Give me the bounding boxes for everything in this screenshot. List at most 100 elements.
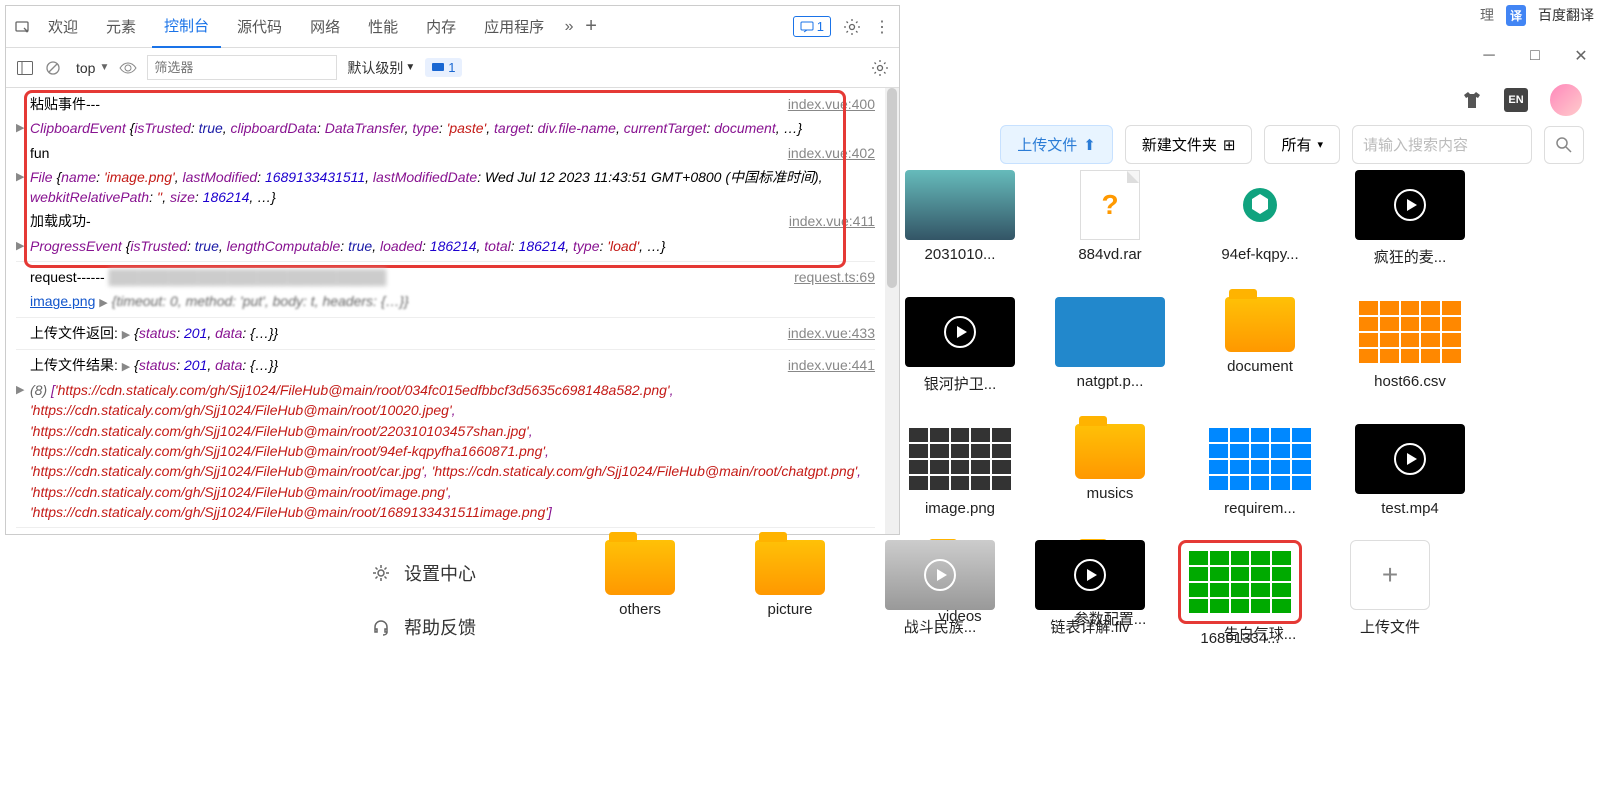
shirt-icon[interactable] — [1460, 88, 1484, 112]
tab-performance[interactable]: 性能 — [356, 6, 410, 47]
file-name-label: 94ef-kqpy... — [1200, 246, 1320, 263]
add-tab-icon[interactable]: + — [582, 18, 600, 36]
file-item[interactable]: test.mp4 — [1350, 424, 1470, 517]
filter-select[interactable]: 所有 ▾ — [1264, 125, 1340, 164]
file-item[interactable]: picture — [730, 540, 850, 647]
inspect-icon[interactable] — [14, 18, 32, 36]
close-button[interactable]: ✕ — [1558, 40, 1604, 72]
file-item[interactable]: image.png — [900, 424, 1020, 517]
settings-gear-icon[interactable] — [843, 18, 861, 36]
source-link[interactable]: index.vue:400 — [780, 94, 875, 114]
window-controls: ─ □ ✕ — [1466, 40, 1604, 72]
sidebar-item-settings[interactable]: 设置中心 — [370, 560, 476, 586]
messages-badge[interactable]: 1 — [793, 16, 831, 37]
context-select[interactable]: top▼ — [72, 58, 109, 78]
file-item[interactable]: 银河护卫... — [900, 297, 1020, 394]
upload-icon: ⬆ — [1083, 136, 1096, 154]
file-name-label: document — [1200, 358, 1320, 375]
sidebar-item-label: 帮助反馈 — [404, 614, 476, 640]
file-name-label: requirem... — [1200, 500, 1320, 517]
source-link[interactable]: index.vue:411 — [781, 211, 875, 231]
baidu-translate-label[interactable]: 百度翻译 — [1538, 5, 1594, 25]
console-output[interactable]: 粘贴事件---index.vue:400 ▶ClipboardEvent {is… — [6, 88, 885, 534]
left-sidebar: 设置中心 帮助反馈 — [370, 560, 476, 640]
kebab-menu-icon[interactable]: ⋮ — [873, 18, 891, 36]
filter-input[interactable] — [147, 55, 337, 80]
tab-sources[interactable]: 源代码 — [225, 6, 294, 47]
source-link[interactable]: index.vue:441 — [780, 355, 875, 376]
file-item[interactable]: 战斗民族... — [880, 540, 1000, 647]
chevron-down-icon: ▾ — [1317, 138, 1323, 151]
search-input[interactable]: 请输入搜索内容 — [1352, 125, 1532, 164]
file-item[interactable]: musics — [1050, 424, 1170, 517]
new-folder-button[interactable]: 新建文件夹 ⊞ — [1125, 125, 1253, 164]
file-name-label: 疯狂的麦... — [1350, 246, 1470, 267]
file-name-label: image.png — [900, 500, 1020, 517]
file-name-label: 884vd.rar — [1050, 246, 1170, 263]
file-name-label: test.mp4 — [1350, 500, 1470, 517]
header-tray: EN — [1460, 80, 1604, 120]
devtools-panel: 欢迎 元素 控制台 源代码 网络 性能 内存 应用程序 » + 1 ⋮ top▼… — [5, 5, 900, 535]
language-icon[interactable]: EN — [1504, 88, 1528, 112]
tab-fragment: 理 — [1480, 5, 1494, 25]
file-item[interactable]: requirem... — [1200, 424, 1320, 517]
file-name-label: host66.csv — [1350, 373, 1470, 390]
sidebar-item-help[interactable]: 帮助反馈 — [370, 614, 476, 640]
source-link[interactable]: request.ts:69 — [786, 267, 875, 287]
log-level-select[interactable]: 默认级别 ▼ — [347, 58, 415, 78]
file-name-label: picture — [730, 601, 850, 618]
file-item[interactable]: others — [580, 540, 700, 647]
file-name-label: others — [580, 601, 700, 618]
minimize-button[interactable]: ─ — [1466, 40, 1512, 72]
clear-console-icon[interactable] — [44, 59, 62, 77]
user-avatar[interactable] — [1548, 82, 1584, 118]
tab-memory[interactable]: 内存 — [414, 6, 468, 47]
gear-icon — [370, 562, 392, 584]
tab-elements[interactable]: 元素 — [94, 6, 148, 47]
issues-badge[interactable]: 1 — [425, 58, 461, 77]
sidebar-item-label: 设置中心 — [404, 560, 476, 586]
browser-tab-area: 理 译 百度翻译 — [1470, 0, 1604, 30]
file-item[interactable]: 疯狂的麦... — [1350, 170, 1470, 267]
tab-network[interactable]: 网络 — [298, 6, 352, 47]
headset-icon — [370, 616, 392, 638]
file-manager-toolbar: 上传文件 ⬆ 新建文件夹 ⊞ 所有 ▾ 请输入搜索内容 — [1000, 125, 1604, 164]
file-name-label: 上传文件 — [1330, 616, 1450, 637]
file-name-label: natgpt.p... — [1050, 373, 1170, 390]
file-item[interactable]: host66.csv — [1350, 297, 1470, 394]
devtools-tabs: 欢迎 元素 控制台 源代码 网络 性能 内存 应用程序 » + 1 ⋮ — [6, 6, 899, 48]
folder-plus-icon: ⊞ — [1223, 136, 1236, 154]
file-name-label: 战斗民族... — [880, 616, 1000, 637]
file-item[interactable]: 链表详解.flv — [1030, 540, 1150, 647]
file-item[interactable]: 16891334... — [1180, 540, 1300, 647]
maximize-button[interactable]: □ — [1512, 40, 1558, 72]
file-name-label: 16891334... — [1180, 630, 1300, 647]
file-grid-lower: others picture 战斗民族... 链表详解.flv 16891334... +… — [580, 540, 1594, 647]
live-expression-icon[interactable] — [119, 59, 137, 77]
tab-welcome[interactable]: 欢迎 — [36, 6, 90, 47]
baidu-translate-icon[interactable]: 译 — [1506, 5, 1526, 26]
file-name-label: 银河护卫... — [900, 373, 1020, 394]
console-settings-icon[interactable] — [871, 59, 889, 77]
upload-button[interactable]: 上传文件 ⬆ — [1000, 125, 1113, 164]
more-tabs-icon[interactable]: » — [560, 18, 578, 36]
file-item[interactable]: +上传文件 — [1330, 540, 1450, 647]
source-link[interactable]: index.vue:402 — [780, 143, 875, 163]
file-name-label: musics — [1050, 485, 1170, 502]
tab-application[interactable]: 应用程序 — [472, 6, 556, 47]
file-item[interactable]: 94ef-kqpy... — [1200, 170, 1320, 267]
file-item[interactable]: natgpt.p... — [1050, 297, 1170, 394]
console-toolbar: top▼ 默认级别 ▼ 1 — [6, 48, 899, 88]
file-name-label: 2031010... — [900, 246, 1020, 263]
search-button[interactable] — [1544, 126, 1584, 164]
tab-console[interactable]: 控制台 — [152, 5, 221, 48]
source-link[interactable]: index.vue:433 — [780, 323, 875, 344]
file-item[interactable]: document — [1200, 297, 1320, 394]
source-link[interactable]: request.ts:48 — [786, 533, 875, 534]
file-name-label: 链表详解.flv — [1030, 616, 1150, 637]
console-scrollbar[interactable] — [885, 88, 899, 534]
file-item[interactable]: 2031010... — [900, 170, 1020, 267]
file-item[interactable]: ?884vd.rar — [1050, 170, 1170, 267]
sidebar-toggle-icon[interactable] — [16, 59, 34, 77]
image-link[interactable]: image.png — [30, 293, 95, 309]
